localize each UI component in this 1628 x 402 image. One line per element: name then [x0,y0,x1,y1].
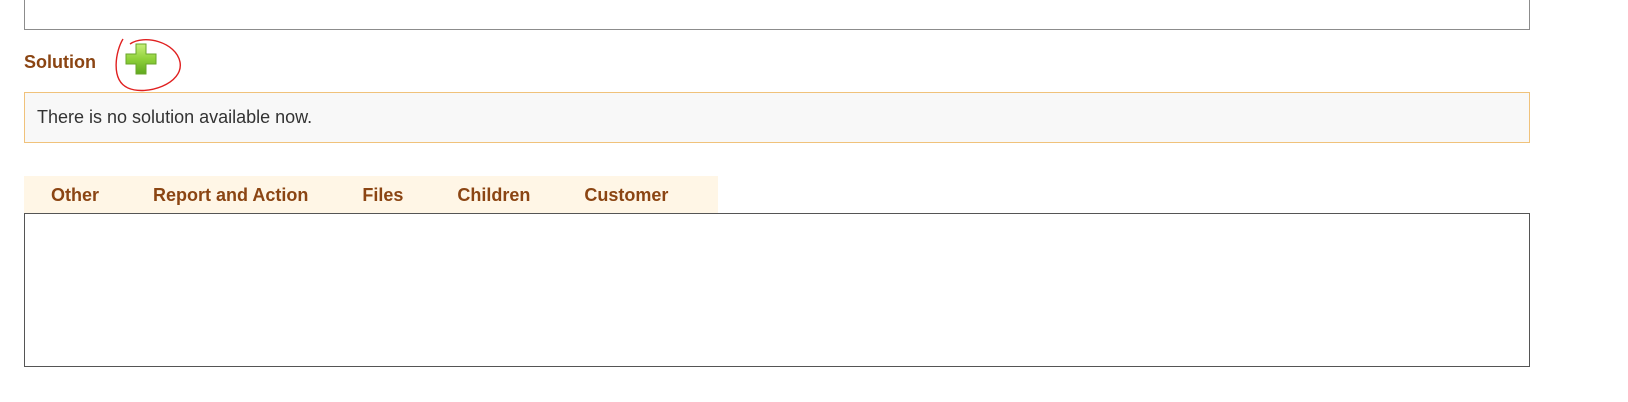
page: Solution There is no solution available … [0,0,1628,402]
solution-heading: Solution [24,52,96,72]
solution-empty-message: There is no solution available now. [37,107,313,127]
tab-customer[interactable]: Customer [557,176,695,214]
tab-other[interactable]: Other [24,176,126,214]
tab-children[interactable]: Children [430,176,557,214]
annotation-circle [115,38,181,92]
plus-icon [115,38,181,92]
solution-message-box: There is no solution available now. [24,92,1530,143]
tab-bar: Other Report and Action Files Children C… [24,176,718,214]
tab-files[interactable]: Files [335,176,430,214]
tab-content-panel [24,213,1530,367]
previous-content-box [24,0,1530,30]
tab-report-and-action[interactable]: Report and Action [126,176,335,214]
add-solution-button[interactable] [114,36,190,96]
